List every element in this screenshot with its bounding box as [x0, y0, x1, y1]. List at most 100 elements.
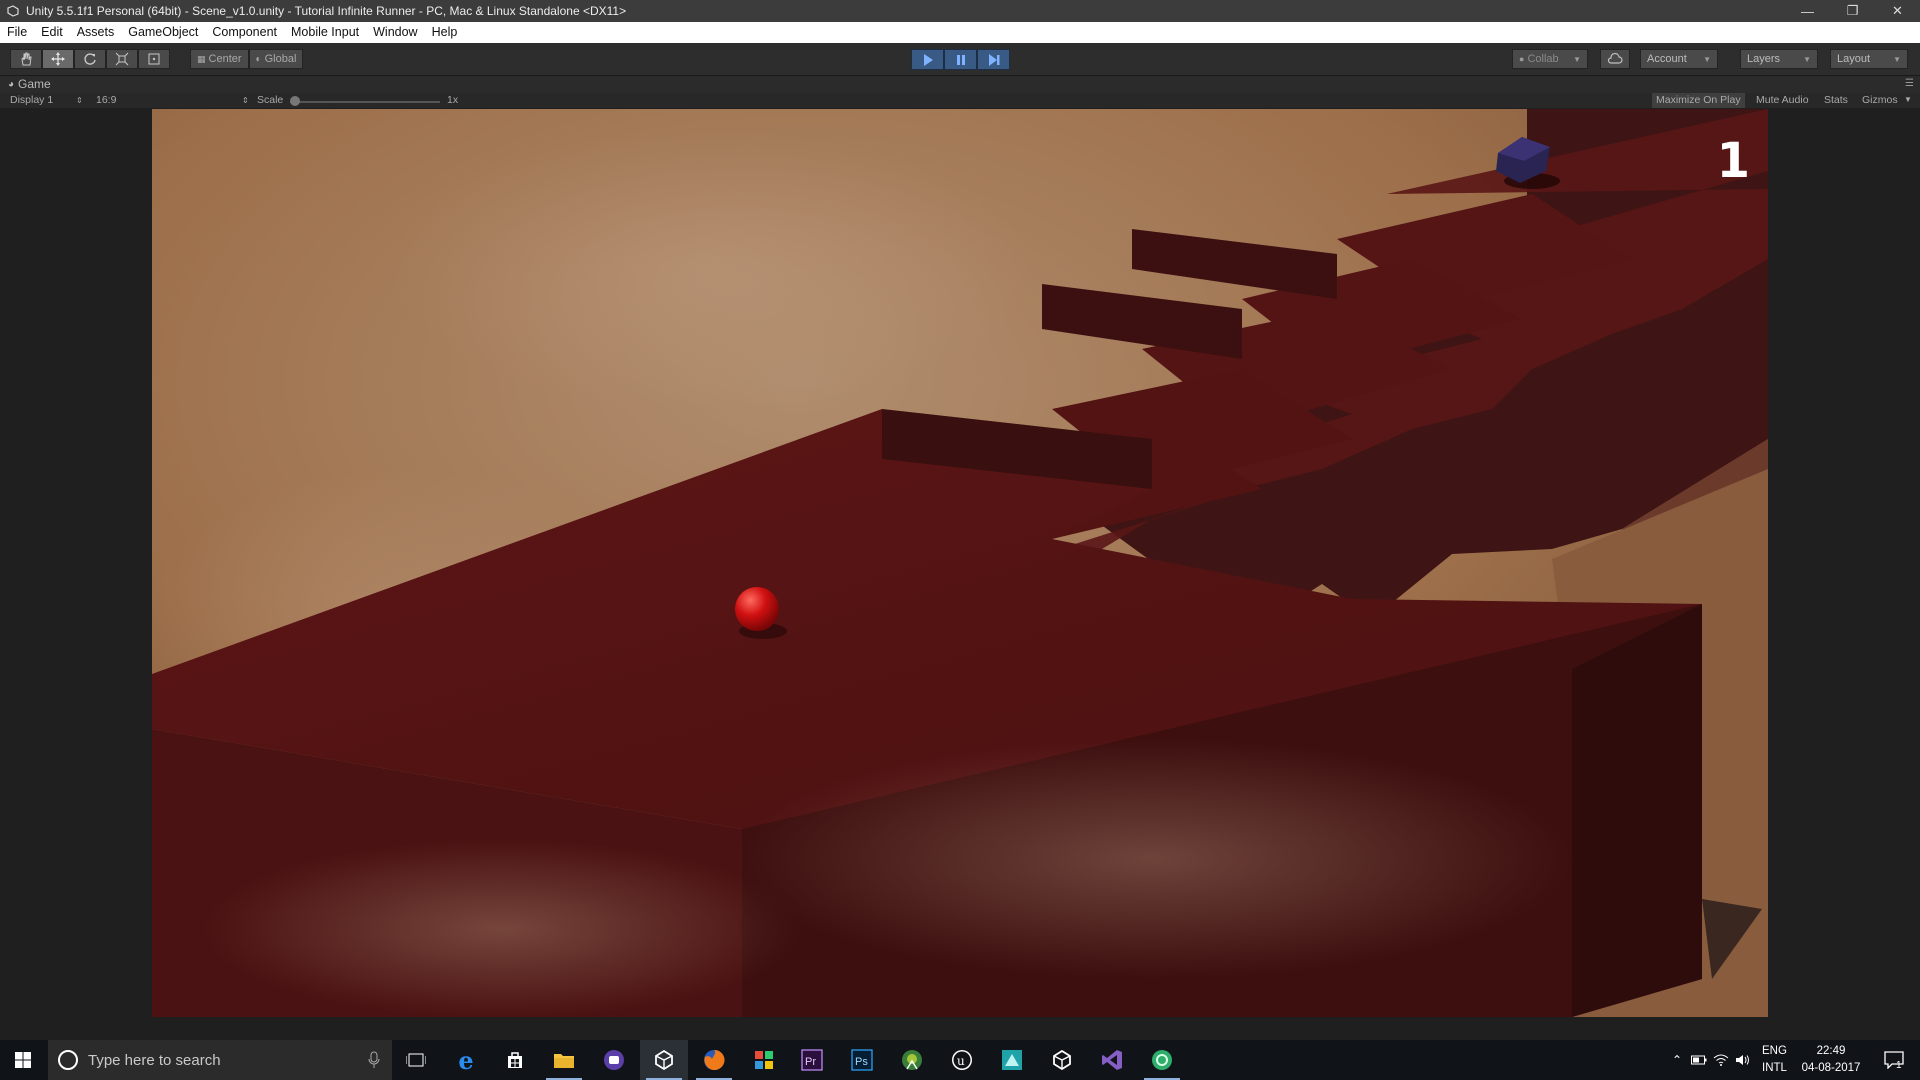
gizmos-dropdown[interactable]: Gizmos [1858, 93, 1902, 108]
pause-icon [956, 54, 965, 65]
svg-text:Pr: Pr [805, 1056, 816, 1068]
scale-slider-thumb[interactable] [290, 96, 300, 106]
step-button[interactable] [977, 49, 1010, 70]
panel-menu-icon[interactable]: ☰ [1905, 78, 1914, 89]
layout-label: Layout [1837, 53, 1871, 65]
menu-edit[interactable]: Edit [34, 22, 70, 43]
dust-cloud [202, 839, 802, 1017]
taskbar-visual-studio[interactable] [1088, 1040, 1136, 1080]
minimize-button[interactable]: — [1785, 0, 1830, 22]
menu-component[interactable]: Component [205, 22, 284, 43]
windows-logo-icon [15, 1052, 31, 1068]
aspect-select[interactable]: 16:9 [96, 94, 116, 106]
main-toolbar: ▦ Center ◐ Global ● Collab ▼ Account ▼ L… [0, 43, 1920, 76]
taskbar-unity[interactable] [640, 1040, 688, 1080]
notification-count: 1 [1896, 1060, 1902, 1071]
taskbar-android-studio[interactable] [888, 1040, 936, 1080]
taskbar-premiere[interactable]: Pr [788, 1040, 836, 1080]
move-tool-button[interactable] [42, 49, 74, 69]
task-view-button[interactable] [392, 1040, 440, 1080]
collab-dropdown[interactable]: ● Collab ▼ [1512, 49, 1588, 69]
chevron-down-icon: ▼ [1893, 54, 1901, 64]
cloud-services-button[interactable] [1600, 49, 1630, 69]
layers-dropdown[interactable]: Layers ▼ [1740, 49, 1818, 69]
taskbar-photoshop[interactable]: Ps [838, 1040, 886, 1080]
rotate-tool-button[interactable] [74, 49, 106, 69]
menu-window[interactable]: Window [366, 22, 424, 43]
store-icon [508, 1052, 522, 1068]
taskbar-clock[interactable]: 22:49 04-08-2017 [1796, 1043, 1866, 1077]
microphone-icon[interactable] [368, 1051, 380, 1069]
scale-value: 1x [447, 94, 459, 106]
start-button[interactable] [0, 1040, 46, 1080]
pivot-global-toggle[interactable]: ◐ Global [248, 49, 304, 69]
premiere-icon: Pr [801, 1049, 823, 1071]
menu-bar: File Edit Assets GameObject Component Mo… [0, 22, 1920, 43]
game-tab-header: ◕ Game ☰ [0, 76, 1920, 93]
close-button[interactable]: ✕ [1875, 0, 1920, 22]
chevron-up-icon[interactable]: ⌃ [1666, 1053, 1688, 1067]
pivot-center-label: Center [208, 53, 242, 65]
menu-assets[interactable]: Assets [70, 22, 122, 43]
account-dropdown[interactable]: Account ▼ [1640, 49, 1718, 69]
app-circle-icon [604, 1050, 624, 1070]
layout-dropdown[interactable]: Layout ▼ [1830, 49, 1908, 69]
cortana-icon [58, 1050, 78, 1070]
play-button[interactable] [911, 49, 944, 70]
collab-icon: ● [1519, 54, 1525, 64]
rotate-icon [84, 53, 96, 65]
visual-studio-icon [1102, 1050, 1122, 1070]
taskbar-search-box[interactable]: Type here to search [48, 1040, 392, 1080]
game-scene [152, 109, 1768, 1017]
menu-help[interactable]: Help [425, 22, 465, 43]
taskbar-app-tiles[interactable] [740, 1040, 788, 1080]
tab-game[interactable]: ◕ Game [8, 77, 51, 91]
firefox-icon [704, 1049, 725, 1070]
svg-text:Ps: Ps [855, 1056, 868, 1068]
photoshop-icon: Ps [851, 1049, 873, 1071]
pivot-global-label: Global [264, 53, 297, 65]
rect-tool-button[interactable] [138, 49, 170, 69]
taskbar-unity-hub[interactable] [1038, 1040, 1086, 1080]
task-view-icon [406, 1053, 426, 1067]
taskbar-app-purple[interactable] [590, 1040, 638, 1080]
menu-file[interactable]: File [0, 22, 34, 43]
player-ball [735, 587, 779, 631]
input-language-indicator[interactable]: ENG INTL [1762, 1043, 1787, 1077]
scale-tool-button[interactable] [106, 49, 138, 69]
mute-audio-toggle[interactable]: Mute Audio [1752, 93, 1813, 108]
stats-toggle[interactable]: Stats [1820, 93, 1852, 108]
taskbar-store[interactable] [491, 1040, 539, 1080]
volume-icon[interactable] [1732, 1054, 1754, 1066]
taskbar-edge[interactable]: e [442, 1040, 490, 1080]
wifi-icon[interactable] [1710, 1054, 1732, 1066]
svg-text:u: u [957, 1054, 965, 1068]
scale-label: Scale [257, 94, 284, 106]
display-select[interactable]: Display 1 [10, 94, 53, 106]
score-counter: 1 [1716, 133, 1750, 189]
hand-tool-button[interactable] [10, 49, 42, 69]
title-bar: Unity 5.5.1f1 Personal (64bit) - Scene_v… [0, 0, 1920, 22]
taskbar-app-teal[interactable] [988, 1040, 1036, 1080]
game-view-render[interactable]: 1 [152, 109, 1768, 1017]
chevron-down-icon: ▼ [1573, 54, 1581, 64]
scale-slider-track[interactable] [290, 101, 440, 103]
taskbar-file-explorer[interactable] [540, 1040, 588, 1080]
edge-icon: e [458, 1045, 474, 1075]
pivot-toggles: ▦ Center ◐ Global [190, 49, 304, 69]
maximize-on-play-toggle[interactable]: Maximize On Play [1652, 93, 1745, 108]
taskbar-app-green[interactable] [1138, 1040, 1186, 1080]
move-icon [51, 52, 65, 66]
pivot-center-toggle[interactable]: ▦ Center [190, 49, 249, 69]
action-center-button[interactable]: 1 [1870, 1040, 1918, 1080]
pause-button[interactable] [944, 49, 977, 70]
restore-button[interactable]: ❐ [1830, 0, 1875, 22]
transform-tools [10, 49, 170, 69]
menu-mobile-input[interactable]: Mobile Input [284, 22, 366, 43]
scale-icon [115, 52, 129, 66]
unreal-icon: u [952, 1050, 972, 1070]
battery-icon[interactable] [1688, 1055, 1710, 1065]
menu-gameobject[interactable]: GameObject [121, 22, 205, 43]
taskbar-firefox[interactable] [690, 1040, 738, 1080]
taskbar-unreal[interactable]: u [938, 1040, 986, 1080]
